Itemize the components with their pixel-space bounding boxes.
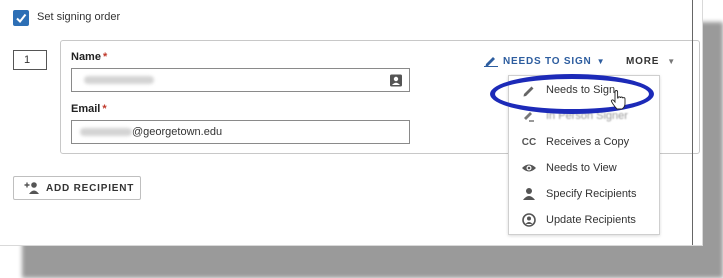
role-menu-item-in-person-signer[interactable]: In Person Signer — [509, 104, 659, 128]
pen-icon — [484, 57, 498, 67]
role-menu-item-needs-to-sign[interactable]: Needs to Sign — [509, 78, 659, 102]
email-input[interactable]: @georgetown.edu — [71, 120, 410, 144]
role-dropdown-button[interactable]: NEEDS TO SIGN ▼ — [484, 53, 605, 69]
add-recipient-button[interactable]: ADD RECIPIENT — [13, 176, 141, 200]
email-label: Email * — [71, 103, 107, 115]
cc-icon: CC — [521, 136, 537, 148]
email-required-marker: * — [102, 103, 107, 115]
role-menu-item-update-recipients[interactable]: Update Recipients — [509, 208, 659, 232]
signing-order-checkbox[interactable] — [13, 10, 29, 26]
role-menu-label: Receives a Copy — [546, 136, 630, 148]
name-input[interactable] — [71, 68, 410, 92]
update-person-icon — [521, 212, 537, 228]
routing-order-input[interactable]: 1 — [13, 50, 47, 70]
redacted-name — [84, 76, 154, 84]
role-menu-label: Needs to Sign — [546, 84, 616, 96]
role-menu-label: In Person Signer — [546, 110, 628, 122]
eye-icon — [521, 160, 537, 176]
routing-order-value: 1 — [24, 54, 31, 66]
pen-icon — [521, 82, 537, 98]
card-border-bottom — [0, 245, 693, 246]
caret-down-icon: ▼ — [667, 56, 676, 66]
email-domain: @georgetown.edu — [132, 126, 223, 138]
more-button[interactable]: MORE ▼ — [626, 53, 676, 69]
card-border-right — [692, 0, 693, 245]
signing-order-label: Set signing order — [37, 11, 121, 23]
person-icon — [521, 186, 537, 202]
hand-cursor-icon — [610, 90, 626, 110]
role-menu: Needs to Sign In Person Signer CC Receiv… — [508, 75, 660, 235]
role-menu-item-needs-to-view[interactable]: Needs to View — [509, 156, 659, 180]
add-person-icon — [24, 182, 39, 194]
add-recipient-label: ADD RECIPIENT — [46, 182, 135, 194]
recipients-card: Set signing order 1 Name * Email * @george… — [0, 0, 703, 246]
email-label-text: Email — [71, 103, 101, 115]
name-label-text: Name — [71, 51, 101, 63]
role-menu-label: Needs to View — [546, 162, 617, 174]
role-menu-item-receives-a-copy[interactable]: CC Receives a Copy — [509, 130, 659, 154]
redacted-email — [80, 128, 132, 136]
name-required-marker: * — [102, 51, 108, 63]
role-button-label: NEEDS TO SIGN — [503, 55, 592, 67]
in-person-signer-icon — [521, 108, 537, 124]
caret-down-icon: ▼ — [596, 56, 606, 66]
role-menu-label: Update Recipients — [546, 214, 636, 226]
role-menu-item-specify-recipients[interactable]: Specify Recipients — [509, 182, 659, 206]
more-label: MORE — [626, 55, 660, 67]
contacts-icon[interactable] — [389, 74, 403, 87]
role-menu-label: Specify Recipients — [546, 188, 637, 200]
checkmark-icon — [16, 13, 27, 24]
name-label: Name * — [71, 51, 107, 63]
